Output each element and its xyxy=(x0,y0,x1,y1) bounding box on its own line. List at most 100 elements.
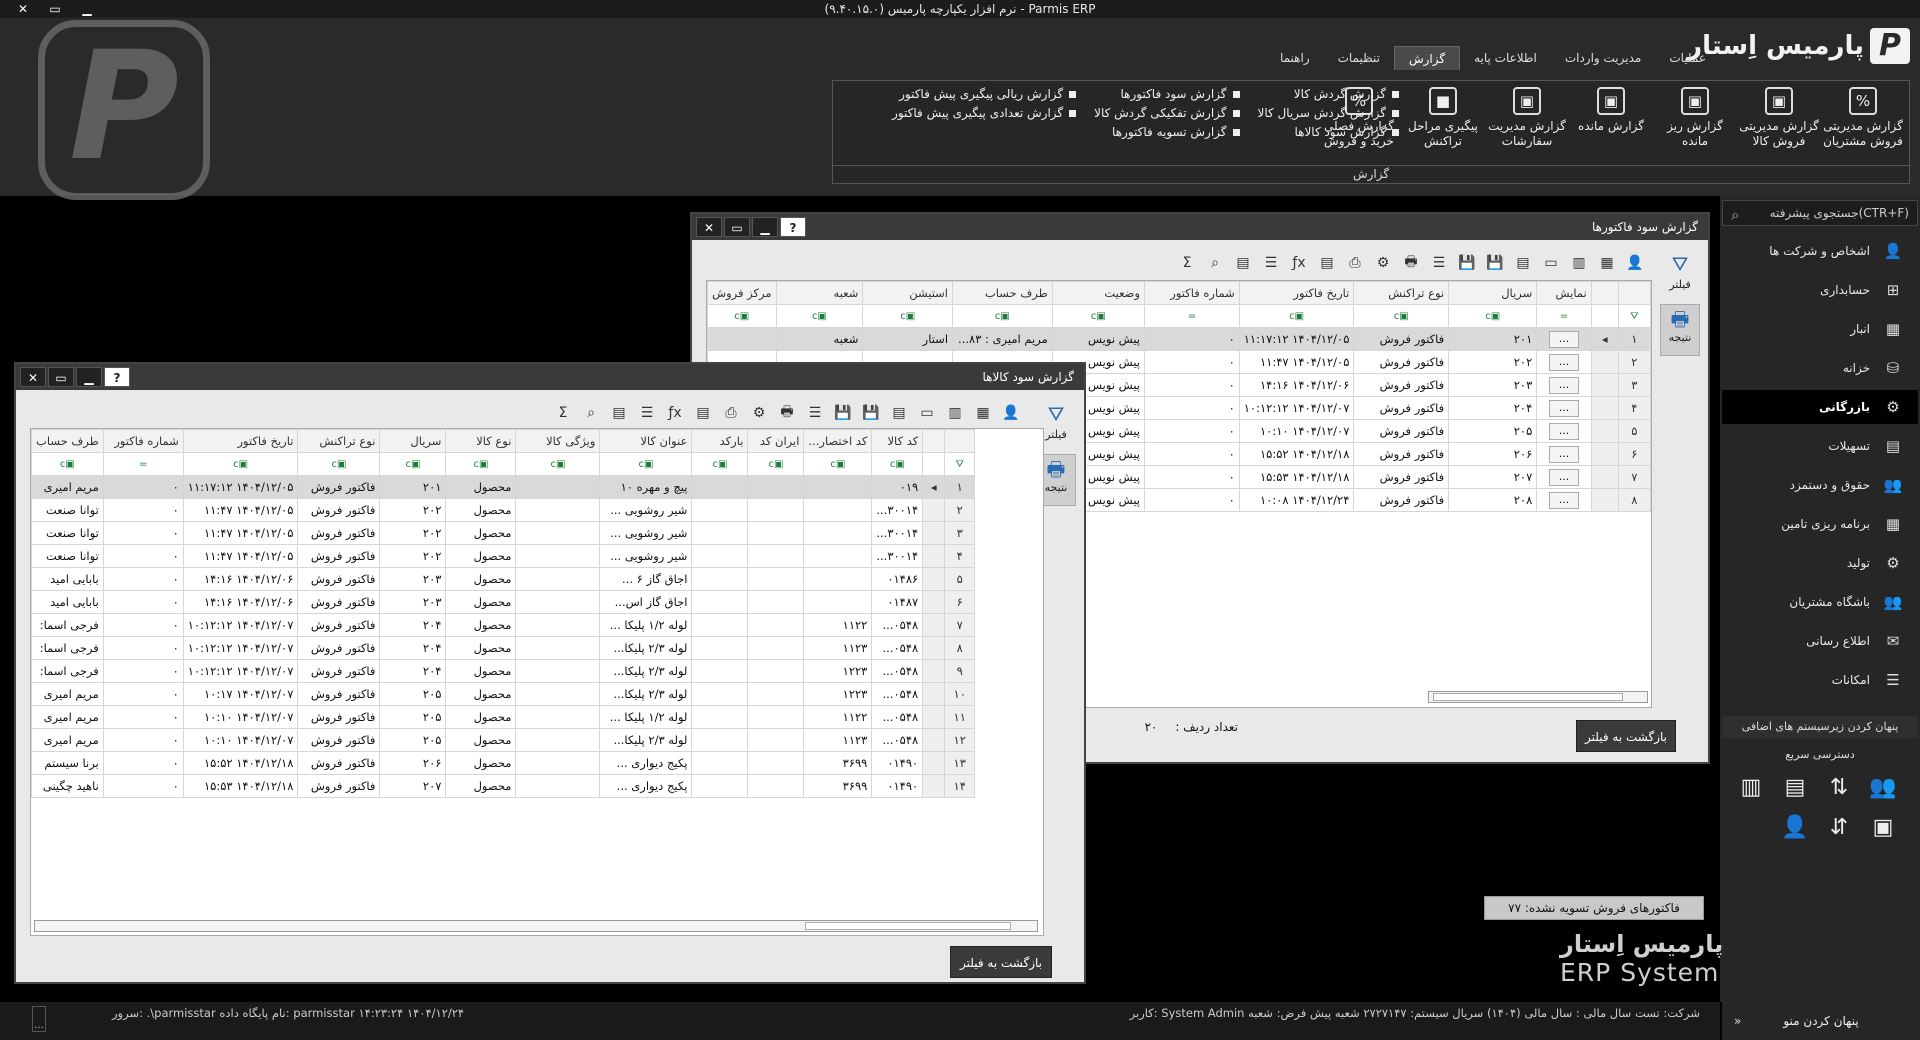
ribbon-button[interactable]: % گزارش مدیریتی فروش مشتریان xyxy=(1821,85,1905,163)
status-more-button[interactable]: ... xyxy=(32,1006,46,1032)
close-icon[interactable]: ✕ xyxy=(14,0,32,18)
toolbar-icon[interactable]: ☰ xyxy=(804,402,826,424)
toolbar-icon[interactable]: 💾 xyxy=(860,402,882,424)
sidebar-item[interactable]: امکانات ☰ xyxy=(1722,663,1918,697)
column-filter-cell[interactable]: ▣c xyxy=(1353,304,1450,328)
ribbon-link[interactable]: گزارش تعدادی پیگیری پیش فاکتور xyxy=(892,106,1077,120)
column-filter-cell[interactable]: ▣c xyxy=(803,452,873,476)
show-cell[interactable]: ... xyxy=(1536,419,1592,443)
toolbar-icon[interactable]: Σ xyxy=(1176,252,1198,274)
ribbon-button[interactable]: ■ پیگیری مراحل تراکنش xyxy=(1401,85,1485,163)
minimize-icon[interactable]: ▁ xyxy=(76,367,102,387)
menu-item[interactable]: تنظیمات xyxy=(1324,46,1394,70)
result-tab[interactable]: 🖶 نتیجه xyxy=(1660,304,1700,356)
back-to-filter-button[interactable]: بازگشت به فیلتر xyxy=(1576,720,1676,752)
ribbon-button[interactable]: ▣ گزارش مدیریت سفارشات xyxy=(1485,85,1569,163)
column-header[interactable]: سریال xyxy=(1448,281,1538,305)
horizontal-scrollbar[interactable] xyxy=(1428,691,1648,703)
ribbon-link[interactable]: گزارش سود کالاها xyxy=(1258,125,1399,139)
toolbar-icon[interactable]: ▭ xyxy=(1540,252,1562,274)
sidebar-item[interactable]: باشگاه مشتریان 👥 xyxy=(1722,585,1918,619)
column-header[interactable]: طرف حساب xyxy=(31,429,104,453)
sidebar-item[interactable]: برنامه ریزی تامین ▦ xyxy=(1722,507,1918,541)
column-filter-cell[interactable]: ▣c xyxy=(747,452,805,476)
ribbon-link[interactable]: گزارش ریالی پیگیری پیش فاکتور xyxy=(892,87,1077,101)
ribbon-button[interactable]: ▣ گزارش ریز مانده xyxy=(1653,85,1737,163)
table-row[interactable]: ۸ ۰۵۴۸... ۱۱۲۳ لوله ۲/۳ پلیکا... محصول ۲۰۴ فاک… xyxy=(31,636,976,660)
column-filter-cell[interactable]: ▣c xyxy=(707,304,777,328)
horizontal-scrollbar[interactable] xyxy=(34,920,1038,932)
column-header[interactable]: شماره فاکتور xyxy=(102,429,184,453)
show-cell[interactable]: ... xyxy=(1536,442,1592,466)
table-row[interactable]: ۵ ۰۱۴۸۶ اجاق گاز ۶ ... محصول ۲۰۳ فاکتور فروش ۱… xyxy=(31,567,976,591)
show-details-button[interactable]: ... xyxy=(1548,422,1579,440)
show-cell[interactable]: ... xyxy=(1536,465,1592,489)
show-details-button[interactable]: ... xyxy=(1548,468,1579,486)
table-row[interactable]: ۱۴ ۰۱۴۹۰ ۳۶۹۹ پکیج دیواری ... محصول ۲۰۷ فاکتور… xyxy=(31,774,976,798)
sidebar-item[interactable]: بازرگانی ⚙ xyxy=(1722,390,1918,424)
quick-access-icon[interactable]: ⇅ xyxy=(1822,770,1856,804)
toolbar-icon[interactable]: ▥ xyxy=(1568,252,1590,274)
show-details-button[interactable]: ... xyxy=(1548,399,1579,417)
table-row[interactable]: ۲ ۳۰۰۱۴... شیر روشویی ... محصول ۲۰۲ فاکتور فر… xyxy=(31,498,976,522)
sidebar-item[interactable]: تسهیلات ▤ xyxy=(1722,429,1918,463)
column-filter-cell[interactable]: ▣c xyxy=(31,452,104,476)
toolbar-icon[interactable]: ⎙ xyxy=(720,402,742,424)
help-icon[interactable]: ? xyxy=(780,217,806,237)
show-cell[interactable]: ... xyxy=(1536,327,1592,351)
column-header[interactable]: کد کالا xyxy=(871,429,924,453)
show-cell[interactable]: ... xyxy=(1536,396,1592,420)
column-filter-cell[interactable]: ▣c xyxy=(1448,304,1538,328)
column-header[interactable]: نوع کالا xyxy=(445,429,517,453)
ribbon-button[interactable]: ▣ گزارش مدیریتی فروش کالا xyxy=(1737,85,1821,163)
column-filter-cell[interactable]: ▣c xyxy=(1051,304,1146,328)
show-details-button[interactable]: ... xyxy=(1548,353,1579,371)
show-details-button[interactable]: ... xyxy=(1548,491,1579,509)
column-filter-cell[interactable]: ▣c xyxy=(182,452,299,476)
sidebar-item[interactable]: تولید ⚙ xyxy=(1722,546,1918,580)
column-filter-cell[interactable]: = xyxy=(1144,304,1240,328)
quick-access-icon[interactable]: ▤ xyxy=(1778,770,1812,804)
column-header[interactable]: ویژگی کالا xyxy=(515,429,601,453)
show-cell[interactable]: ... xyxy=(1536,488,1592,512)
table-row[interactable]: ۴ ۳۰۰۱۴... شیر روشویی ... محصول ۲۰۲ فاکتور فر… xyxy=(31,544,976,568)
show-details-button[interactable]: ... xyxy=(1548,376,1579,394)
toolbar-icon[interactable]: 💾 xyxy=(1484,252,1506,274)
sidebar-item[interactable]: حقوق و دستمزد 👥 xyxy=(1722,468,1918,502)
table-row[interactable]: ۳ ۳۰۰۱۴... شیر روشویی ... محصول ۲۰۲ فاکتور فر… xyxy=(31,521,976,545)
sidebar-item[interactable]: اطلاع رسانی ✉ xyxy=(1722,624,1918,658)
show-details-button[interactable]: ... xyxy=(1548,445,1579,463)
column-filter-cell[interactable]: ▣c xyxy=(379,452,447,476)
table-row[interactable]: ۱۰ ۰۵۴۸... ۱۲۲۳ لوله ۲/۳ پلیکا... محصول ۲۰۵ فا… xyxy=(31,682,976,706)
toolbar-icon[interactable]: ▦ xyxy=(1596,252,1618,274)
column-header[interactable]: سریال xyxy=(379,429,447,453)
toolbar-icon[interactable]: Σ xyxy=(552,402,574,424)
toolbar-icon[interactable]: 💾 xyxy=(832,402,854,424)
hide-subsystems-button[interactable]: پنهان کردن زیرسیستم های اضافی xyxy=(1722,716,1918,738)
column-header[interactable]: شماره فاکتور xyxy=(1144,281,1240,305)
column-header[interactable]: وضعیت xyxy=(1051,281,1146,305)
toolbar-icon[interactable]: ▤ xyxy=(1316,252,1338,274)
column-header[interactable]: نوع تراکنش xyxy=(1353,281,1450,305)
column-header[interactable]: تاریخ فاکتور xyxy=(182,429,299,453)
table-row[interactable]: ۱ ◂ ۰۱۹ پیچ و مهره ۱۰ محصول ۲۰۱ فاکتور فروش ۱۴۰… xyxy=(31,475,976,499)
show-cell[interactable]: ... xyxy=(1536,350,1592,374)
toolbar-icon[interactable]: ▤ xyxy=(692,402,714,424)
show-details-button[interactable]: ... xyxy=(1548,330,1579,348)
column-header[interactable]: نوع تراکنش xyxy=(297,429,381,453)
sidebar-item[interactable]: حسابداری ⊞ xyxy=(1722,273,1918,307)
toolbar-icon[interactable]: ▭ xyxy=(916,402,938,424)
table-row[interactable]: ۱ ◂... ۲۰۱ فاکتور فروش ۱۴۰۴/۱۲/۰۵ ۱۱:۱۷:۱۲ ۰ پ… xyxy=(707,327,1651,351)
sidebar-item[interactable]: خزانه ⛁ xyxy=(1722,351,1918,385)
column-filter-cell[interactable]: ▣c xyxy=(599,452,693,476)
column-filter-cell[interactable]: ▣c xyxy=(515,452,601,476)
quick-access-icon[interactable]: ▣ xyxy=(1866,810,1900,844)
column-filter-cell[interactable]: ▣c xyxy=(691,452,749,476)
column-filter-cell[interactable]: ▣c xyxy=(445,452,517,476)
column-header[interactable]: نمایش xyxy=(1536,281,1592,305)
quick-access-icon[interactable]: ⇵ xyxy=(1822,810,1856,844)
column-header[interactable]: استیشن xyxy=(862,281,954,305)
close-icon[interactable]: ✕ xyxy=(696,217,722,237)
ribbon-link[interactable]: گزارش تفکیکی گردش کالا xyxy=(1094,106,1240,120)
column-header[interactable]: شعبه xyxy=(775,281,864,305)
